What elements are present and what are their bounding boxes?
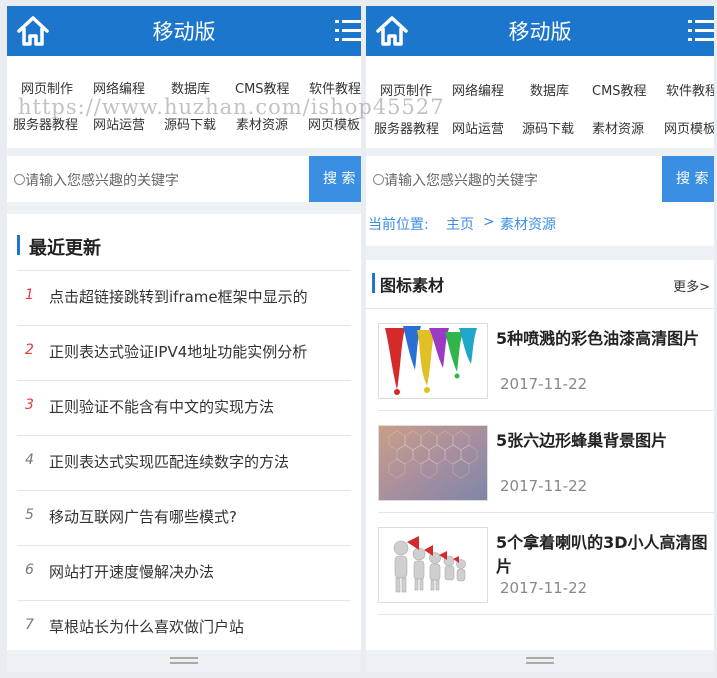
item-date: 2017-11-22 bbox=[500, 375, 588, 393]
list-item[interactable]: 4 正则表达式实现匹配连续数字的方法 bbox=[17, 435, 351, 490]
paint-splash-thumbnail[interactable] bbox=[378, 323, 488, 399]
nav-item[interactable]: CMS教程 bbox=[592, 80, 666, 99]
divider bbox=[366, 148, 714, 156]
nav-item[interactable]: 服务器教程 bbox=[374, 118, 452, 137]
hexagon-background-thumbnail[interactable] bbox=[378, 425, 488, 501]
list-item[interactable]: 7 草根站长为什么喜欢做门户站 bbox=[17, 600, 351, 655]
section-accent-bar bbox=[372, 273, 375, 293]
divider bbox=[7, 148, 361, 156]
item-date: 2017-11-22 bbox=[500, 477, 588, 495]
nav-item[interactable]: 数据库 bbox=[530, 80, 592, 99]
divider bbox=[7, 202, 361, 214]
search-icon bbox=[14, 174, 25, 185]
section-accent-bar bbox=[17, 235, 20, 255]
nav-item[interactable]: 素材资源 bbox=[592, 118, 664, 137]
bottom-handle-bar bbox=[7, 650, 361, 672]
drag-handle-icon[interactable] bbox=[526, 657, 554, 664]
search-button[interactable]: 搜 索 bbox=[309, 156, 361, 202]
bottom-handle-bar bbox=[366, 650, 714, 672]
watermark-text: https://www.huzhan.com/ishop45527 bbox=[18, 95, 445, 119]
list-item[interactable]: 2 正则表达式验证IPV4地址功能实例分析 bbox=[17, 325, 351, 380]
header-title: 移动版 bbox=[508, 20, 572, 44]
resource-item[interactable]: 5种喷溅的彩色油漆高清图片 2017-11-22 bbox=[378, 309, 714, 411]
category-header: 图标素材 更多> bbox=[366, 260, 714, 309]
item-number: 7 bbox=[25, 617, 34, 633]
item-title[interactable]: 草根站长为什么喜欢做门户站 bbox=[49, 616, 244, 637]
search-bar: 请输入您感兴趣的关键字 搜 索 bbox=[7, 156, 361, 202]
item-title[interactable]: 5种喷溅的彩色油漆高清图片 bbox=[496, 327, 714, 375]
item-title[interactable]: 正则表达式验证IPV4地址功能实例分析 bbox=[49, 341, 307, 362]
nav-item[interactable]: 网络编程 bbox=[452, 80, 530, 99]
divider bbox=[366, 246, 714, 260]
item-title[interactable]: 移动互联网广告有哪些模式? bbox=[49, 506, 237, 527]
item-title[interactable]: 点击超链接跳转到iframe框架中显示的 bbox=[49, 286, 308, 307]
item-title[interactable]: 正则表达式实现匹配连续数字的方法 bbox=[49, 451, 289, 472]
item-number: 2 bbox=[25, 342, 34, 358]
3d-people-megaphone-thumbnail[interactable] bbox=[378, 527, 488, 603]
item-number: 1 bbox=[25, 287, 34, 303]
search-icon bbox=[373, 174, 384, 185]
nav-item[interactable]: 源码下载 bbox=[522, 118, 592, 137]
nav-row-2: 服务器教程 网站运营 源码下载 素材资源 网页模板 bbox=[374, 118, 714, 137]
menu-icon[interactable] bbox=[335, 16, 361, 46]
item-title[interactable]: 5张六边形蜂巢背景图片 bbox=[496, 429, 714, 477]
header-title: 移动版 bbox=[152, 20, 216, 44]
item-number: 4 bbox=[25, 452, 34, 468]
item-title[interactable]: 5个拿着喇叭的3D小人高清图片 bbox=[496, 531, 714, 579]
breadcrumb-current[interactable]: 素材资源 bbox=[500, 214, 556, 234]
header: 移动版 bbox=[7, 6, 361, 56]
list-item[interactable]: 1 点击超链接跳转到iframe框架中显示的 bbox=[17, 270, 351, 325]
more-link[interactable]: 更多> bbox=[673, 276, 710, 295]
resource-item[interactable]: 5个拿着喇叭的3D小人高清图片 2017-11-22 bbox=[378, 513, 714, 615]
nav-item[interactable]: 网站运营 bbox=[452, 118, 522, 137]
breadcrumb-home-link[interactable]: 主页 bbox=[446, 214, 474, 234]
item-number: 6 bbox=[25, 562, 34, 578]
search-button[interactable]: 搜 索 bbox=[662, 156, 714, 202]
item-number: 3 bbox=[25, 397, 34, 413]
item-number: 5 bbox=[25, 507, 34, 523]
nav-item[interactable]: 软件教程 bbox=[666, 80, 714, 99]
category-title: 图标素材 bbox=[380, 276, 445, 295]
section-header: 最近更新 bbox=[7, 214, 361, 270]
list-item[interactable]: 6 网站打开速度慢解决办法 bbox=[17, 545, 351, 600]
recent-list: 1 点击超链接跳转到iframe框架中显示的 2 正则表达式验证IPV4地址功能实例… bbox=[7, 270, 361, 655]
list-item[interactable]: 3 正则验证不能含有中文的实现方法 bbox=[17, 380, 351, 435]
drag-handle-icon[interactable] bbox=[170, 657, 198, 664]
search-bar: 请输入您感兴趣的关键字 搜 索 bbox=[366, 156, 714, 202]
section-title: 最近更新 bbox=[29, 238, 101, 259]
item-title[interactable]: 正则验证不能含有中文的实现方法 bbox=[49, 396, 274, 417]
resource-item[interactable]: 5张六边形蜂巢背景图片 2017-11-22 bbox=[378, 411, 714, 513]
breadcrumb-separator: > bbox=[483, 214, 495, 230]
search-input[interactable]: 请输入您感兴趣的关键字 bbox=[25, 170, 179, 190]
menu-icon[interactable] bbox=[688, 16, 714, 46]
breadcrumb-prefix: 当前位置: bbox=[368, 217, 429, 233]
list-item[interactable]: 5 移动互联网广告有哪些模式? bbox=[17, 490, 351, 545]
header: 移动版 bbox=[366, 6, 714, 56]
nav-item[interactable]: 网页模板 bbox=[664, 118, 714, 137]
item-date: 2017-11-22 bbox=[500, 579, 588, 597]
search-input[interactable]: 请输入您感兴趣的关键字 bbox=[384, 170, 538, 190]
item-title[interactable]: 网站打开速度慢解决办法 bbox=[49, 561, 214, 582]
breadcrumb: 当前位置: 主页 > 素材资源 bbox=[366, 202, 714, 246]
